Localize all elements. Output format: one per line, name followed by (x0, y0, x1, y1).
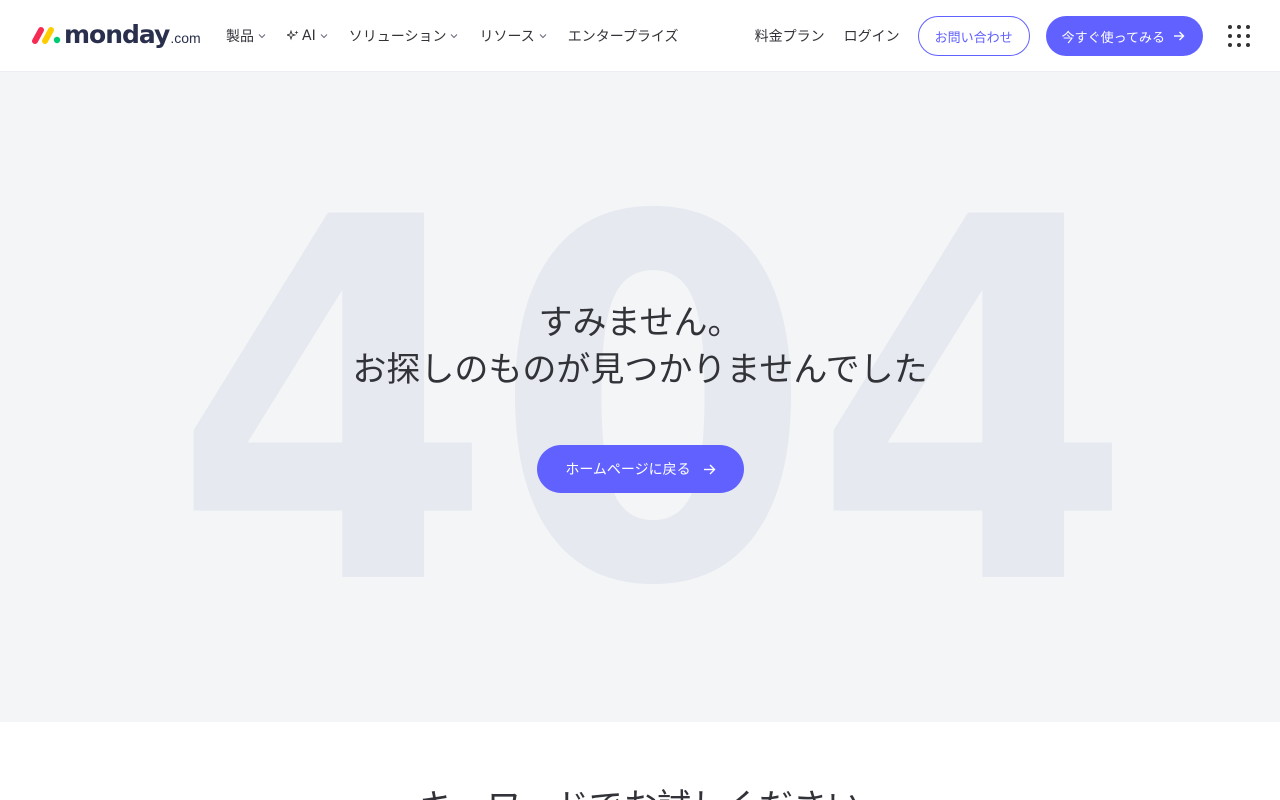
chevron-down-icon (539, 34, 547, 39)
chevron-down-icon (258, 34, 266, 39)
pricing-link[interactable]: 料金プラン (755, 26, 825, 46)
nav-item-label: ソリューション (348, 29, 447, 45)
header-actions: 料金プラン ログイン お問い合わせ 今すぐ使ってみる (755, 0, 1250, 72)
not-found-message: すみません。 お探しのものが見つかりませんでした (0, 300, 1280, 394)
background-404-text: 404 (173, 113, 1133, 695)
monday-logo[interactable]: monday .com (31, 20, 201, 50)
nav-item-label: 製品 (226, 29, 254, 45)
logo-tld: .com (170, 30, 201, 46)
search-suggestion-title: キーワードでお試しください (0, 785, 1280, 800)
get-started-button[interactable]: 今すぐ使ってみる (1045, 16, 1203, 56)
search-suggestion-section: キーワードでお試しください (0, 722, 1280, 800)
nav-item-label: リソース (479, 29, 535, 45)
arrow-right-icon (703, 464, 716, 474)
back-to-home-label: ホームページに戻る (565, 462, 691, 478)
apps-grid-icon[interactable] (1228, 25, 1250, 47)
nav-item-label: AI (302, 28, 316, 44)
main-nav: 製品 AI ソリューション リソース エンタープライズ (226, 0, 700, 72)
not-found-line-1: すみません。 (538, 303, 742, 343)
sparkle-icon (287, 30, 299, 41)
arrow-right-icon (1174, 31, 1185, 41)
contact-button[interactable]: お問い合わせ (917, 16, 1030, 56)
nav-item-solutions[interactable]: ソリューション (349, 26, 459, 46)
back-to-home-button[interactable]: ホームページに戻る (537, 445, 744, 493)
not-found-hero: 404 すみません。 お探しのものが見つかりませんでした ホームページに戻る (0, 72, 1280, 722)
not-found-line-2: お探しのものが見つかりませんでした (352, 350, 928, 390)
chevron-down-icon (451, 34, 458, 39)
chevron-down-icon (320, 34, 328, 39)
nav-item-enterprise[interactable]: エンタープライズ (568, 26, 679, 46)
nav-item-label: エンタープライズ (567, 29, 679, 45)
nav-item-products[interactable]: 製品 (226, 26, 266, 46)
background-404-digits: 404 (173, 113, 1133, 695)
nav-item-ai[interactable]: AI (287, 28, 328, 44)
get-started-label: 今すぐ使ってみる (1061, 30, 1165, 46)
site-header: monday .com 製品 AI ソリューション リソース エンタープライズ … (0, 0, 1280, 72)
nav-item-resources[interactable]: リソース (479, 26, 547, 46)
monday-logo-mark (32, 27, 61, 44)
logo-wordmark: monday (64, 20, 170, 49)
login-link[interactable]: ログイン (844, 26, 900, 46)
